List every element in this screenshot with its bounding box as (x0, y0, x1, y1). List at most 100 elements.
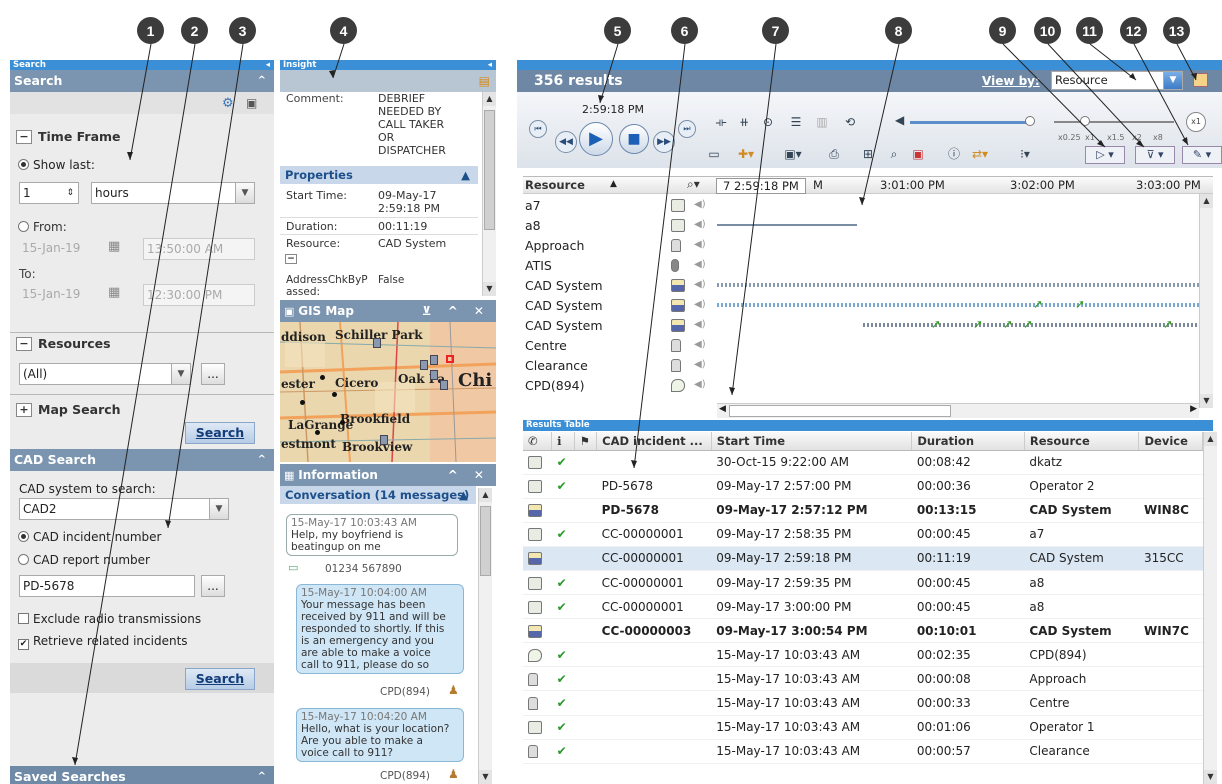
event-arrow-icon[interactable]: ➚ (1163, 317, 1173, 331)
event-arrow-icon[interactable]: ➚ (1075, 297, 1085, 311)
event-arrow-icon[interactable]: ➚ (1023, 317, 1033, 331)
zoom-icon[interactable]: ⌕ (883, 144, 905, 164)
incident-more-button[interactable]: ... (201, 575, 225, 597)
speaker-icon[interactable]: ◀) (694, 219, 706, 230)
caret-up-icon[interactable]: ▲ (461, 166, 470, 184)
search-button[interactable]: Search (185, 422, 255, 444)
cad-incident-radio[interactable]: CAD incident number (18, 530, 161, 544)
timeline-row[interactable]: ATIS ◀) (523, 256, 1199, 276)
table-row[interactable]: ✔ 15-May-17 10:03:43 AM 00:00:33 Centre (523, 690, 1203, 716)
caret-up-icon[interactable]: ^ (258, 766, 266, 784)
chevron-down-icon[interactable]: ▼ (209, 498, 229, 520)
show-last-unit-select[interactable]: hours ▼ (91, 182, 255, 204)
table-row[interactable]: ✔ CC-00000001 09-May-17 2:58:35 PM 00:00:45… (523, 522, 1203, 547)
map-search-section[interactable]: + Map Search (16, 402, 121, 417)
insight-scrollbar[interactable]: ▲ ▼ (482, 92, 496, 296)
resources-section[interactable]: − Resources (16, 336, 111, 351)
speaker-icon[interactable]: ◀) (694, 339, 706, 350)
filter-button[interactable]: ⊽ ▾ (1135, 146, 1175, 164)
cad-system-select[interactable]: CAD2 ▼ (19, 498, 229, 520)
timeline-hscroll[interactable]: ◀ ▶ (717, 403, 1199, 418)
col-cad-incident[interactable]: CAD incident ... (596, 432, 712, 451)
col-type-icon[interactable]: ✆ (523, 432, 553, 451)
col-start-time[interactable]: Start Time (711, 432, 913, 451)
stop-button[interactable]: ■ (619, 124, 649, 154)
caret-up-icon[interactable]: ^ (258, 449, 266, 471)
arrow-down-icon[interactable]: ▼ (483, 282, 496, 296)
conversation-header[interactable]: Conversation (14 messages) ▲ (280, 486, 476, 504)
add-insight-icon[interactable]: ▤ (479, 74, 490, 88)
from-radio[interactable]: From: (18, 220, 67, 234)
timeline[interactable]: Resource ▲ ⌕▾ 7 2:59:18 PM M 3:01:00 PM … (523, 176, 1213, 420)
timeline-search-icon[interactable]: ⌕▾ (687, 177, 700, 192)
tag-icon[interactable]: ⁝▾ (1014, 144, 1036, 164)
chevron-down-icon[interactable]: ▼ (171, 363, 191, 385)
skip-end-button[interactable]: ⏭ (678, 120, 696, 138)
from-time-field[interactable]: 13:50:00 AM (143, 238, 255, 260)
resources-select[interactable]: (All) ▼ (19, 363, 191, 385)
collapse-left-icon[interactable]: ◂ (488, 60, 492, 70)
arrow-up-icon[interactable]: ▲ (479, 488, 492, 502)
map-selected-marker-icon[interactable] (446, 355, 454, 363)
results-vscroll[interactable]: ▲ ▼ (1203, 432, 1217, 784)
collapse-icon[interactable]: − (16, 336, 32, 351)
fast-forward-button[interactable]: ▶▶ (653, 131, 675, 153)
timeline-row[interactable]: a8 ◀) (523, 216, 1199, 236)
exclude-radio-checkbox[interactable]: Exclude radio transmissions (18, 612, 201, 626)
table-row[interactable]: ✔ 15-May-17 10:03:43 AM 00:00:08 Approach (523, 666, 1203, 692)
grid-icon[interactable]: ▥ (811, 112, 833, 132)
rewind-button[interactable]: ◀◀ (555, 131, 577, 153)
volume-slider[interactable] (910, 121, 1030, 124)
map-marker-icon[interactable] (440, 380, 448, 390)
col-flag-icon[interactable]: ⚑ (574, 432, 598, 451)
information-scrollbar[interactable]: ▲ ▼ (478, 488, 492, 784)
split-tool-icon[interactable]: ⧺ (733, 112, 755, 132)
marker-tool-icon[interactable]: ⟛ (710, 112, 732, 132)
caret-up-icon[interactable]: ^ (258, 70, 266, 92)
share-icon[interactable]: ⇄▾ (969, 144, 991, 164)
arrow-up-icon[interactable]: ▲ (1204, 432, 1217, 446)
col-device[interactable]: Device (1138, 432, 1203, 451)
calendar-icon[interactable]: ▦ (108, 285, 120, 300)
resources-more-button[interactable]: ... (201, 363, 225, 385)
table-row[interactable]: CC-00000001 09-May-17 2:59:18 PM 00:11:19 C… (523, 546, 1203, 571)
timeline-track[interactable] (717, 224, 857, 226)
collapse-left-icon[interactable]: ◂ (266, 60, 270, 70)
speaker-icon[interactable]: ◀) (694, 239, 706, 250)
expand-icon[interactable]: + (16, 402, 32, 417)
speaker-icon[interactable]: ◀) (694, 299, 706, 310)
volume-handle[interactable] (1025, 116, 1035, 126)
timeline-row[interactable]: Approach ◀) (523, 236, 1199, 256)
chevron-down-icon[interactable]: ▼ (235, 182, 255, 204)
search-options-icon[interactable]: ⚙ (222, 96, 234, 111)
play-options-button[interactable]: ▷ ▾ (1085, 146, 1125, 164)
arrow-right-icon[interactable]: ▶ (1190, 404, 1197, 414)
timeline-header-resource[interactable]: Resource (525, 178, 585, 192)
timeline-vscroll[interactable]: ▲ ▼ (1199, 194, 1213, 408)
table-row[interactable]: ✔ CC-00000001 09-May-17 2:59:35 PM 00:00:45… (523, 570, 1203, 596)
window-controls[interactable]: ⊻ ^ ✕ (422, 300, 490, 322)
map-marker-icon[interactable] (373, 338, 381, 348)
timeline-track[interactable] (717, 283, 1199, 287)
timeline-row[interactable]: Centre ◀) (523, 336, 1199, 356)
caret-up-icon[interactable]: ▲ (459, 486, 468, 504)
volume-icon[interactable]: ◀ (895, 113, 904, 127)
arrow-down-icon[interactable]: ▼ (479, 770, 492, 784)
info-tool-icon[interactable]: ⓘ (943, 144, 965, 164)
timeline-row[interactable]: CPD(894) ◀) (523, 376, 1199, 396)
align-icon[interactable]: ☰ (785, 112, 807, 132)
to-time-field[interactable]: 12:30:00 PM (143, 284, 255, 306)
cad-report-radio[interactable]: CAD report number (18, 553, 150, 567)
export-icon[interactable]: ▣ (907, 144, 929, 164)
show-last-radio[interactable]: Show last: (18, 158, 95, 172)
window-controls[interactable]: ^ ✕ (448, 464, 490, 486)
map-marker-icon[interactable] (430, 355, 438, 365)
skip-start-button[interactable]: ⏮ (529, 120, 547, 138)
cad-search-button[interactable]: Search (185, 668, 255, 690)
map-marker-icon[interactable] (420, 360, 428, 370)
arrow-down-icon[interactable]: ▼ (1200, 394, 1213, 408)
event-arrow-icon[interactable]: ➚ (1033, 297, 1043, 311)
timeline-row[interactable]: Clearance ◀) (523, 356, 1199, 376)
table-row[interactable]: PD-5678 09-May-17 2:57:12 PM 00:13:15 CAD S… (523, 498, 1203, 523)
loop-icon[interactable]: ⟲ (839, 112, 861, 132)
